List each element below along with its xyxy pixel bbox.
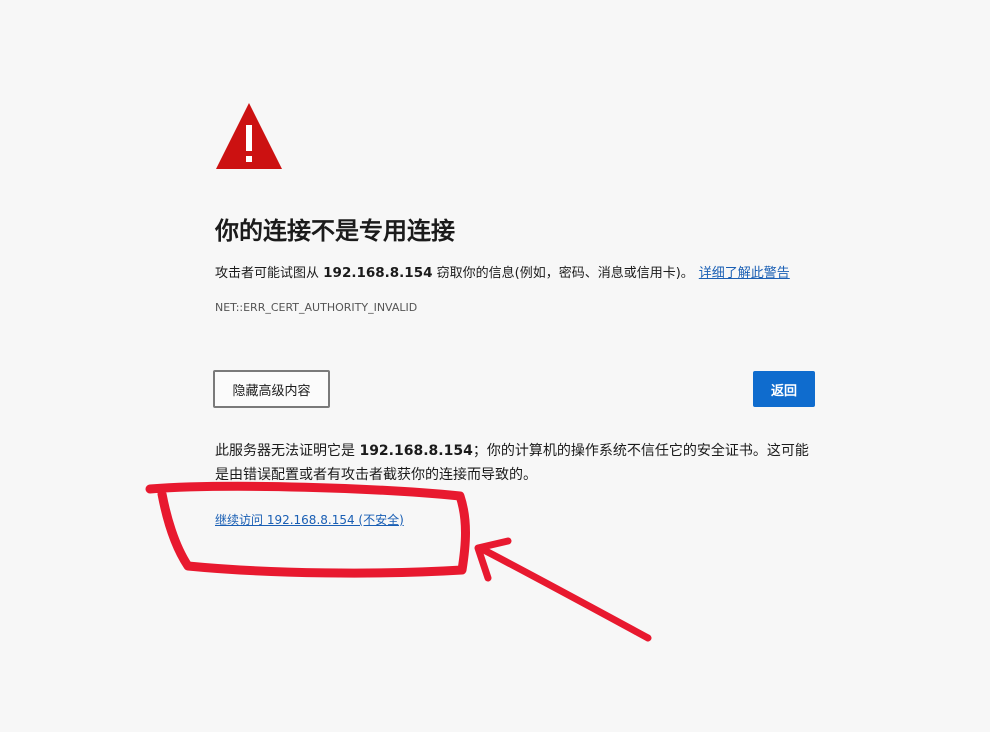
- advanced-details: 此服务器无法证明它是 192.168.8.154；你的计算机的操作系统不信任它的…: [215, 439, 820, 487]
- annotation-arrow-shaft: [478, 545, 652, 642]
- annotation-arrow-head: [474, 537, 512, 582]
- certificate-error-page: 你的连接不是专用连接 攻击者可能试图从 192.168.8.154 窃取你的信息…: [0, 0, 990, 732]
- back-button[interactable]: 返回: [753, 371, 815, 407]
- hide-advanced-button[interactable]: 隐藏高级内容: [213, 370, 330, 408]
- learn-more-link[interactable]: 详细了解此警告: [699, 266, 790, 281]
- warning-triangle-icon: [216, 103, 282, 169]
- description-prefix: 攻击者可能试图从: [215, 266, 320, 281]
- error-description: 攻击者可能试图从 192.168.8.154 窃取你的信息(例如，密码、消息或信…: [215, 263, 790, 284]
- red-annotation-marks: [145, 481, 652, 642]
- description-host: 192.168.8.154: [323, 265, 433, 281]
- page-title: 你的连接不是专用连接: [215, 217, 455, 245]
- details-host: 192.168.8.154: [359, 443, 473, 459]
- description-suffix: 窃取你的信息(例如，密码、消息或信用卡)。: [436, 266, 694, 281]
- error-code: NET::ERR_CERT_AUTHORITY_INVALID: [215, 301, 418, 314]
- proceed-unsafe-link[interactable]: 继续访问 192.168.8.154 (不安全): [215, 511, 404, 529]
- annotation-circle: [145, 481, 470, 578]
- details-prefix: 此服务器无法证明它是: [215, 443, 355, 459]
